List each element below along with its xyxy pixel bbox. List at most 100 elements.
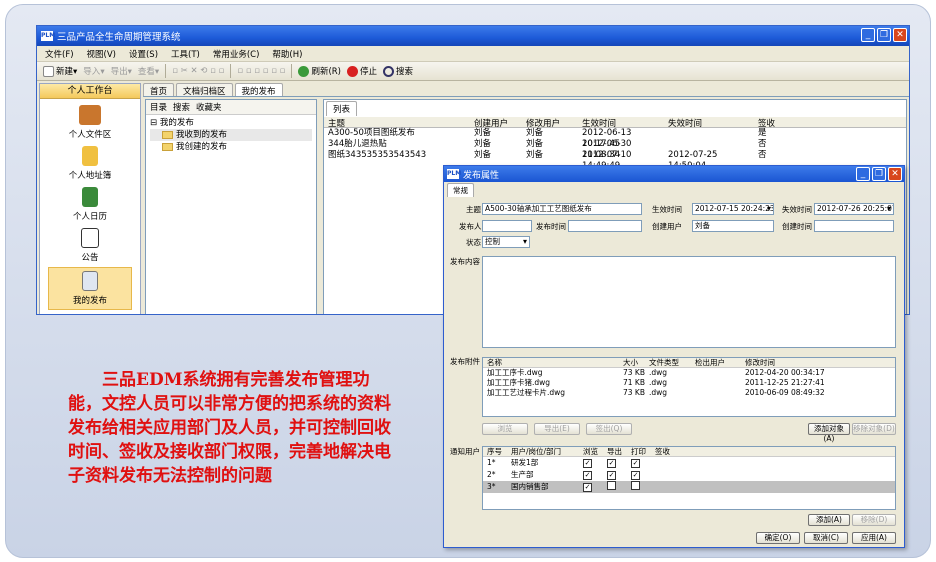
toolbar: 新建▾ 导入▾ 导出▾ 查看▾ ▫ ✂ ✕ ⟲ ▫ ▫ ▫ ▫ ▫ ▫ ▫ ▫ …	[37, 62, 909, 81]
notice-icon	[81, 228, 99, 248]
workbench-item-addressbook[interactable]: 个人地址簿	[40, 146, 140, 181]
document-tabs: 首页 文档归档区 我的发布	[143, 83, 909, 97]
tab-directory[interactable]: 目录	[150, 101, 167, 113]
publisher-field[interactable]	[482, 220, 532, 232]
search-button[interactable]: 搜索	[383, 65, 413, 77]
browse-button[interactable]: 浏览	[482, 423, 528, 435]
export-checkbox[interactable]: ✓	[607, 459, 616, 468]
table-row[interactable]: A300-50项目图纸发布 刘备 刘备 2012-06-13 10:17:45 是	[324, 128, 906, 149]
plm-logo-icon: PLM	[447, 169, 462, 179]
menu-common[interactable]: 常用业务(C)	[213, 48, 260, 60]
creator-field[interactable]: 刘备	[692, 220, 774, 232]
menu-file[interactable]: 文件(F)	[45, 48, 74, 60]
maximize-button[interactable]: ❐	[877, 28, 891, 42]
addressbook-icon	[82, 146, 98, 166]
expire-date-picker[interactable]: 2012-07-26 20:25:07	[814, 203, 894, 215]
attachment-list: 名称 大小 文件类型 检出用户 修改时间 加工工序卡.dwg 73 KB .dwg 2012-…	[482, 357, 896, 417]
notify-row[interactable]: 2* 生产部 ✓ ✓ ✓	[483, 469, 895, 481]
tree-item-received[interactable]: 我收到的发布	[150, 129, 312, 141]
stop-button[interactable]: 停止	[346, 65, 377, 77]
browse-checkbox[interactable]: ✓	[583, 459, 592, 468]
print-checkbox[interactable]: ✓	[631, 459, 640, 468]
folder-icon	[162, 130, 173, 139]
export-checkbox[interactable]	[607, 480, 616, 490]
table-row[interactable]: 图纸343535353543543刘备刘备2012-07-10 14:49:49…	[324, 150, 906, 171]
browse-checkbox[interactable]: ✓	[583, 483, 592, 492]
tab-archive[interactable]: 文档归档区	[176, 83, 233, 97]
view-button[interactable]: 查看▾	[138, 65, 159, 77]
export-checkbox[interactable]: ✓	[607, 471, 616, 480]
tab-list[interactable]: 列表	[326, 101, 358, 116]
status-label: 状态	[466, 238, 481, 247]
dialog-close-button[interactable]: ✕	[888, 167, 902, 181]
toolbar-separator	[230, 64, 232, 78]
browse-checkbox[interactable]: ✓	[583, 471, 592, 480]
tree-tabs: 目录 搜索 收藏夹	[146, 100, 316, 115]
document-icon	[82, 271, 98, 291]
attachment-row[interactable]: 加工工艺过程卡片.dwg 73 KB .dwg 2010-06-09 08:49:32	[483, 388, 895, 398]
subject-field[interactable]: A500-30轴承加工工艺图纸发布	[482, 203, 642, 215]
search-icon	[383, 66, 394, 77]
dialog-minimize-button[interactable]: _	[856, 167, 870, 181]
add-object-button[interactable]: 添加对象(A)	[808, 423, 850, 443]
remove-object-button[interactable]: 移除对象(D)	[852, 423, 896, 435]
effective-date-picker[interactable]: 2012-07-15 20:24:23	[692, 203, 774, 215]
notify-row[interactable]: 1* 研发1部 ✓ ✓ ✓	[483, 457, 895, 469]
import-button[interactable]: 导入▾	[83, 65, 104, 77]
publish-tree: ⊟ 我的发布 我收到的发布 我创建的发布	[146, 115, 316, 155]
creator-label: 创建用户	[652, 222, 682, 231]
tab-favorites[interactable]: 收藏夹	[196, 101, 222, 113]
personal-workbench: 个人工作台 个人文件区 个人地址簿 个人日历 公告 我的发布	[39, 83, 141, 314]
calendar-icon	[82, 187, 98, 207]
refresh-button[interactable]: 刷新(R)	[298, 65, 341, 77]
dialog-title-bar: PLM 发布属性 _ ❐ ✕	[444, 166, 904, 182]
disabled-tools: ▫ ✂ ✕ ⟲ ▫ ▫	[172, 66, 225, 76]
tree-item-created[interactable]: 我创建的发布	[150, 141, 312, 153]
status-select[interactable]: 控制	[482, 236, 530, 248]
content-textarea[interactable]	[482, 256, 896, 348]
content-label: 发布内容	[450, 257, 480, 266]
export-button[interactable]: 导出▾	[111, 65, 132, 77]
remove-user-button[interactable]: 移除(D)	[852, 514, 896, 526]
checkout-button[interactable]: 签出(Q)	[586, 423, 632, 435]
close-button[interactable]: ✕	[893, 28, 907, 42]
cancel-button[interactable]: 取消(C)	[804, 532, 848, 544]
tab-home[interactable]: 首页	[143, 83, 175, 97]
menu-help[interactable]: 帮助(H)	[272, 48, 302, 60]
menu-settings[interactable]: 设置(S)	[129, 48, 158, 60]
add-user-button[interactable]: 添加(A)	[808, 514, 850, 526]
workbench-item-calendar[interactable]: 个人日历	[40, 187, 140, 222]
print-checkbox[interactable]: ✓	[631, 471, 640, 480]
workbench-item-files[interactable]: 个人文件区	[40, 105, 140, 140]
tab-mypublish[interactable]: 我的发布	[234, 83, 283, 97]
feature-caption: 三品EDM系统拥有完善发布管理功能，文控人员可以非常方便的把系统的资料发布给相关…	[68, 370, 391, 486]
plm-logo-icon: PLM	[41, 31, 56, 41]
new-icon	[43, 66, 54, 77]
new-button[interactable]: 新建▾	[43, 65, 77, 77]
tree-root[interactable]: ⊟ 我的发布	[150, 117, 312, 129]
print-checkbox[interactable]	[631, 480, 640, 490]
toolbar-separator	[291, 64, 293, 78]
tab-general[interactable]: 常规	[447, 183, 474, 197]
table-row[interactable]: 344胎儿退热贴 刘备 刘备 2012-06-30 11:08:34 否	[324, 139, 906, 160]
attachment-row[interactable]: 加工工序卡猪.dwg 71 KB .dwg 2011-12-25 21:27:41	[483, 378, 895, 388]
folder-icon	[162, 142, 173, 151]
window-title: 三品产品全生命周期管理系统	[57, 32, 181, 43]
minimize-button[interactable]: _	[861, 28, 875, 42]
apply-button[interactable]: 应用(A)	[852, 532, 896, 544]
notify-row[interactable]: 3* 国内销售部 ✓	[483, 480, 895, 493]
dialog-maximize-button[interactable]: ❐	[872, 167, 886, 181]
menu-view[interactable]: 视图(V)	[87, 48, 116, 60]
menu-tools[interactable]: 工具(T)	[171, 48, 200, 60]
export-attachment-button[interactable]: 导出(E)	[534, 423, 580, 435]
workbench-item-mypublish[interactable]: 我的发布	[48, 267, 132, 310]
workbench-header: 个人工作台	[40, 84, 140, 99]
workbench-item-notice[interactable]: 公告	[40, 228, 140, 263]
ok-button[interactable]: 确定(O)	[756, 532, 800, 544]
title-bar: PLM 三品产品全生命周期管理系统 _ ❐ ✕	[37, 26, 909, 46]
create-time-field[interactable]	[814, 220, 894, 232]
tab-search[interactable]: 搜索	[173, 101, 190, 113]
attachment-label: 发布附件	[450, 357, 480, 366]
attachment-row[interactable]: 加工工序卡.dwg 73 KB .dwg 2012-04-20 00:34:17	[483, 368, 895, 378]
publish-time-field[interactable]	[568, 220, 642, 232]
